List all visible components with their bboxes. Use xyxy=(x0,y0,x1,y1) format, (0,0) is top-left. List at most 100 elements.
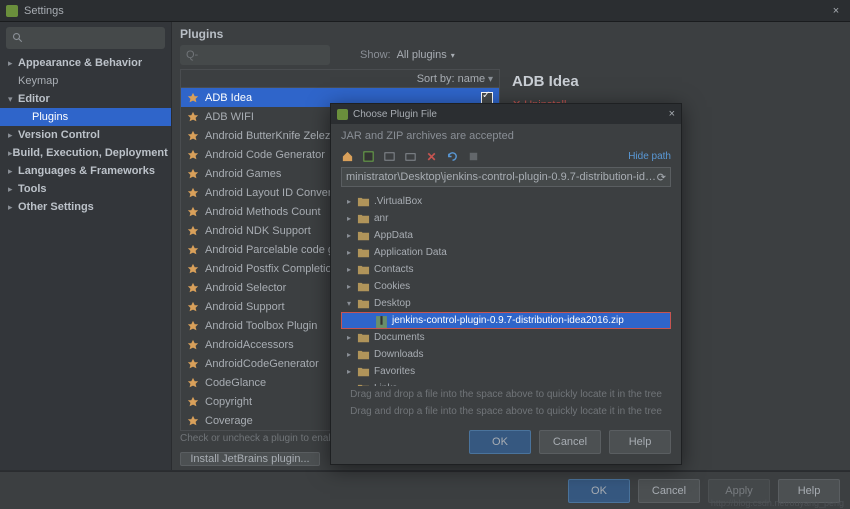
folder-row[interactable]: ▸.VirtualBox xyxy=(341,193,671,210)
folder-row[interactable]: ▸ Contacts xyxy=(341,261,671,278)
folder-row[interactable]: ▸AppData xyxy=(341,227,671,244)
choose-plugin-dialog: Choose Plugin File × JAR and ZIP archive… xyxy=(330,103,682,465)
sidebar-item-plugins[interactable]: Plugins xyxy=(0,108,171,126)
sidebar-item-label: Editor xyxy=(18,93,50,105)
project-icon[interactable] xyxy=(362,150,375,163)
chevron-down-icon: ▾ xyxy=(451,51,455,60)
plugin-name: Android Support xyxy=(205,301,285,313)
tree-arrow-icon: ▸ xyxy=(8,58,18,69)
plugin-detail-title: ADB Idea xyxy=(512,73,838,90)
folder-icon xyxy=(357,230,370,241)
plugin-icon xyxy=(187,339,199,351)
dialog-close-icon[interactable]: × xyxy=(669,108,675,120)
tree-arrow-icon: ▸ xyxy=(347,248,357,257)
file-name: Documents xyxy=(374,332,425,343)
dialog-file-tree[interactable]: ▸.VirtualBox▸anr▸AppData▸Application Dat… xyxy=(341,193,671,386)
path-reload-icon[interactable]: ⟳ xyxy=(657,171,666,184)
dialog-titlebar[interactable]: Choose Plugin File × xyxy=(331,104,681,124)
folder-row[interactable]: ▸Documents xyxy=(341,329,671,346)
home-icon[interactable] xyxy=(341,150,354,163)
plugin-icon xyxy=(187,225,199,237)
tree-arrow-icon: ▸ xyxy=(347,265,357,274)
show-combo[interactable]: All plugins ▾ xyxy=(397,49,455,61)
plugins-title: Plugins xyxy=(180,27,223,41)
plugin-icon xyxy=(187,168,199,180)
file-name: Contacts xyxy=(374,264,413,275)
plugin-name: Android Games xyxy=(205,168,281,180)
plugin-name: Android Toolbox Plugin xyxy=(205,320,317,332)
plugins-header: Plugins xyxy=(180,27,842,41)
plugin-icon xyxy=(187,111,199,123)
ok-button[interactable]: OK xyxy=(568,479,630,503)
plugin-name: AndroidAccessors xyxy=(205,339,294,351)
sidebar-item-languages-frameworks[interactable]: ▸Languages & Frameworks xyxy=(0,162,171,180)
dialog-ok-button[interactable]: OK xyxy=(469,430,531,454)
cancel-button[interactable]: Cancel xyxy=(638,479,700,503)
archive-icon xyxy=(375,315,388,326)
dialog-help-button[interactable]: Help xyxy=(609,430,671,454)
sidebar-item-tools[interactable]: ▸Tools xyxy=(0,180,171,198)
plugin-icon xyxy=(187,415,199,427)
path-field[interactable]: ministrator\Desktop\jenkins-control-plug… xyxy=(341,167,671,187)
sidebar-item-label: Languages & Frameworks xyxy=(18,165,155,177)
plugin-icon xyxy=(187,206,199,218)
file-name: .VirtualBox xyxy=(374,196,422,207)
plugin-name: ADB Idea xyxy=(205,92,252,104)
sidebar-item-label: Version Control xyxy=(18,129,100,141)
folder-row[interactable]: ▸Downloads xyxy=(341,346,671,363)
window-close-icon[interactable]: × xyxy=(828,5,844,17)
module-icon[interactable] xyxy=(383,150,396,163)
show-hidden-icon[interactable] xyxy=(467,150,480,163)
folder-row[interactable]: ▾Desktop xyxy=(341,295,671,312)
sort-bar[interactable]: Sort by: name ▾ xyxy=(181,70,499,88)
folder-icon xyxy=(357,281,370,292)
sidebar-item-appearance-behavior[interactable]: ▸Appearance & Behavior xyxy=(0,54,171,72)
dialog-buttons: OK Cancel Help xyxy=(331,420,681,464)
install-jetbrains-plugin-button[interactable]: Install JetBrains plugin... xyxy=(180,452,320,466)
file-name: jenkins-control-plugin-0.9.7-distributio… xyxy=(392,315,624,326)
path-value: ministrator\Desktop\jenkins-control-plug… xyxy=(346,171,657,183)
sidebar-item-editor[interactable]: ▾Editor xyxy=(0,90,171,108)
file-name: Favorites xyxy=(374,366,415,377)
plugin-name: Android NDK Support xyxy=(205,225,311,237)
sidebar-item-label: Plugins xyxy=(32,111,68,123)
sidebar-item-version-control[interactable]: ▸Version Control xyxy=(0,126,171,144)
sidebar-item-label: Other Settings xyxy=(18,201,94,213)
plugin-search[interactable]: Q- xyxy=(180,45,330,65)
sidebar-item-build-execution-deployment[interactable]: ▸Build, Execution, Deployment xyxy=(0,144,171,162)
plugin-icon xyxy=(187,377,199,389)
plugin-name: Android Code Generator xyxy=(205,149,325,161)
file-name: anr xyxy=(374,213,388,224)
window-titlebar[interactable]: Settings × xyxy=(0,0,850,22)
file-row[interactable]: jenkins-control-plugin-0.9.7-distributio… xyxy=(341,312,671,329)
file-name: Cookies xyxy=(374,281,410,292)
settings-tree: ▸Appearance & BehaviorKeymap▾EditorPlugi… xyxy=(0,54,171,470)
folder-row[interactable]: ▸anr xyxy=(341,210,671,227)
refresh-icon[interactable] xyxy=(446,150,459,163)
plugin-name: Coverage xyxy=(205,415,253,427)
plugin-icon xyxy=(187,92,199,104)
file-name: Application Data xyxy=(374,247,447,258)
sidebar-item-other-settings[interactable]: ▸Other Settings xyxy=(0,198,171,216)
plugin-checkbox[interactable] xyxy=(481,92,493,104)
sidebar-item-label: Appearance & Behavior xyxy=(18,57,142,69)
plugin-name: Android Methods Count xyxy=(205,206,321,218)
folder-row[interactable]: ▸Favorites xyxy=(341,363,671,380)
delete-icon[interactable]: ✕ xyxy=(425,150,438,163)
plugin-icon xyxy=(187,301,199,313)
plugin-name: CodeGlance xyxy=(205,377,266,389)
hide-path-link[interactable]: Hide path xyxy=(628,151,671,162)
sidebar-item-keymap[interactable]: Keymap xyxy=(0,72,171,90)
folder-icon xyxy=(357,247,370,258)
tree-arrow-icon: ▸ xyxy=(347,282,357,291)
folder-row[interactable]: ▸ Cookies xyxy=(341,278,671,295)
new-folder-icon[interactable] xyxy=(404,150,417,163)
dialog-cancel-button[interactable]: Cancel xyxy=(539,430,601,454)
tree-arrow-icon: ▾ xyxy=(8,94,18,105)
plugin-icon xyxy=(187,320,199,332)
file-name: Downloads xyxy=(374,349,423,360)
plugin-icon xyxy=(187,149,199,161)
folder-icon xyxy=(357,264,370,275)
sidebar-search[interactable] xyxy=(6,27,165,49)
folder-row[interactable]: ▸ Application Data xyxy=(341,244,671,261)
